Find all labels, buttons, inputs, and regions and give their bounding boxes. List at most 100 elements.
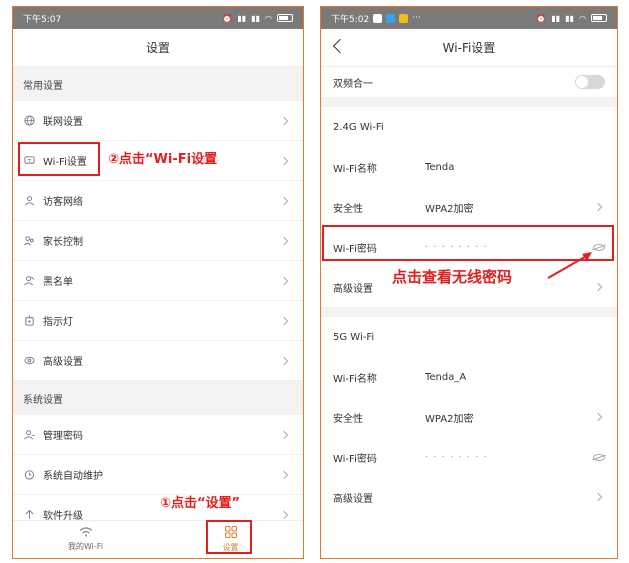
menu-item-advanced-settings[interactable]: 高级设置	[13, 341, 303, 381]
page-title: 设置	[145, 41, 170, 55]
field-label: 高级设置	[333, 493, 373, 505]
menu-item-label: 联网设置	[43, 117, 83, 128]
alarm-icon: ⏰	[222, 13, 233, 23]
lamp-icon	[23, 315, 35, 327]
annotation-step1: ①点击“设置”	[160, 496, 241, 511]
alarm-icon: ⏰	[536, 13, 547, 23]
chevron-right-icon	[279, 196, 289, 205]
chevron-right-icon	[279, 156, 289, 165]
field-label: 安全性	[333, 203, 363, 215]
menu-item-label: 黑名单	[43, 277, 73, 288]
menu-item-guest-network[interactable]: 访客网络	[13, 181, 303, 221]
page-title-bar: 设置	[13, 29, 303, 67]
menu-item-label: 家长控制	[43, 237, 83, 248]
signal-icon: ▮▮	[237, 13, 247, 23]
band5-advanced-row[interactable]: 高级设置	[321, 477, 617, 517]
password-value: · · · · · · · ·	[425, 451, 488, 463]
band24-wifi-name-row[interactable]: Wi-Fi名称 Tenda	[321, 147, 617, 187]
page-title-bar: Wi-Fi设置	[321, 29, 617, 67]
page-title: Wi-Fi设置	[442, 41, 496, 55]
dual-band-row: 双频合一	[321, 67, 617, 97]
signal-icon-2: ▮▮	[565, 13, 575, 23]
menu-item-label: 高级设置	[43, 357, 83, 368]
highlight-settings-tab	[206, 520, 252, 554]
signal-icon-2: ▮▮	[251, 13, 261, 23]
back-icon[interactable]	[332, 38, 348, 54]
clock-icon	[23, 469, 35, 481]
field-label: Wi-Fi名称	[333, 373, 377, 385]
chat-app-icon	[373, 13, 383, 23]
wifi-status-icon: ◠	[579, 13, 586, 23]
status-bar: 下午5:02 ··· ⏰ ▮▮ ▮▮ ◠	[321, 7, 617, 29]
status-icons: ⏰ ▮▮ ▮▮ ◠	[222, 14, 293, 23]
band5-security-row[interactable]: 安全性 WPA2加密	[321, 397, 617, 437]
band-header-label: 5G Wi-Fi	[333, 331, 375, 343]
chevron-right-icon	[279, 510, 289, 519]
menu-item-network[interactable]: 联网设置	[13, 101, 303, 141]
tab-my-wifi[interactable]: 我的Wi-Fi	[13, 521, 158, 558]
highlight-wifi-settings	[18, 142, 100, 176]
menu-item-admin-password[interactable]: 管理密码	[13, 415, 303, 455]
field-value: Tenda	[425, 161, 455, 173]
wifi-status-icon: ◠	[265, 13, 272, 23]
annotation-step2: ②点击“Wi-Fi设置	[108, 152, 218, 167]
status-time: 下午5:02	[331, 14, 370, 25]
chevron-right-icon	[279, 356, 289, 365]
menu-item-blacklist[interactable]: 黑名单	[13, 261, 303, 301]
key-icon	[23, 429, 35, 441]
dual-band-label: 双频合一	[333, 78, 373, 90]
chevron-right-icon	[593, 492, 603, 502]
battery-icon	[277, 14, 293, 22]
status-time: 下午5:07	[23, 14, 62, 25]
app-notification-icon-2	[399, 13, 409, 23]
more-icon: ···	[412, 13, 421, 23]
eye-hidden-icon[interactable]	[593, 453, 605, 461]
band24-security-row[interactable]: 安全性 WPA2加密	[321, 187, 617, 227]
chevron-right-icon	[279, 430, 289, 439]
upgrade-icon	[23, 509, 35, 521]
band-header-label: 2.4G Wi-Fi	[333, 121, 384, 133]
menu-item-label: 系统自动维护	[43, 471, 103, 482]
chevron-right-icon	[279, 276, 289, 285]
section-gap	[321, 97, 617, 107]
menu-item-label: 指示灯	[43, 317, 73, 328]
chevron-right-icon	[279, 470, 289, 479]
chevron-right-icon	[593, 412, 603, 422]
section-header-system: 系统设置	[13, 381, 303, 415]
advanced-icon	[23, 355, 35, 367]
field-value: WPA2加密	[425, 203, 474, 215]
field-label: Wi-Fi名称	[333, 163, 377, 175]
band5-wifi-name-row[interactable]: Wi-Fi名称 Tenda_A	[321, 357, 617, 397]
section-header-common: 常用设置	[13, 67, 303, 101]
left-phone-screen: 下午5:07 ⏰ ▮▮ ▮▮ ◠ 设置 常用设置 联网设置 Wi-Fi设置 访客…	[12, 6, 304, 559]
bottom-tab-bar: 我的Wi-Fi 设置	[13, 520, 303, 558]
menu-item-label: 访客网络	[43, 197, 83, 208]
chevron-right-icon	[279, 236, 289, 245]
signal-icon: ▮▮	[551, 13, 561, 23]
field-value: Tenda_A	[425, 371, 467, 383]
band-24g-header: 2.4G Wi-Fi	[321, 107, 617, 147]
blacklist-icon	[23, 275, 35, 287]
chevron-right-icon	[279, 316, 289, 325]
band-5g-header: 5G Wi-Fi	[321, 317, 617, 357]
guest-icon	[23, 195, 35, 207]
menu-item-indicator-light[interactable]: 指示灯	[13, 301, 303, 341]
menu-item-auto-maintenance[interactable]: 系统自动维护	[13, 455, 303, 495]
globe-icon	[23, 115, 35, 127]
field-label: Wi-Fi密码	[333, 453, 377, 465]
dual-band-toggle[interactable]	[575, 75, 605, 89]
status-icons: ⏰ ▮▮ ▮▮ ◠	[536, 14, 607, 23]
status-bar: 下午5:07 ⏰ ▮▮ ▮▮ ◠	[13, 7, 303, 29]
chevron-right-icon	[593, 202, 603, 212]
wifi-icon	[79, 527, 93, 539]
section-gap	[321, 307, 617, 317]
band5-password-row[interactable]: Wi-Fi密码 · · · · · · · ·	[321, 437, 617, 477]
field-label: 安全性	[333, 413, 363, 425]
annotation-arrow	[547, 252, 592, 279]
app-notification-icon	[386, 13, 396, 23]
parental-icon	[23, 235, 35, 247]
tab-label: 我的Wi-Fi	[67, 542, 104, 551]
menu-item-parental-control[interactable]: 家长控制	[13, 221, 303, 261]
field-value: WPA2加密	[425, 413, 474, 425]
battery-icon	[591, 14, 607, 22]
